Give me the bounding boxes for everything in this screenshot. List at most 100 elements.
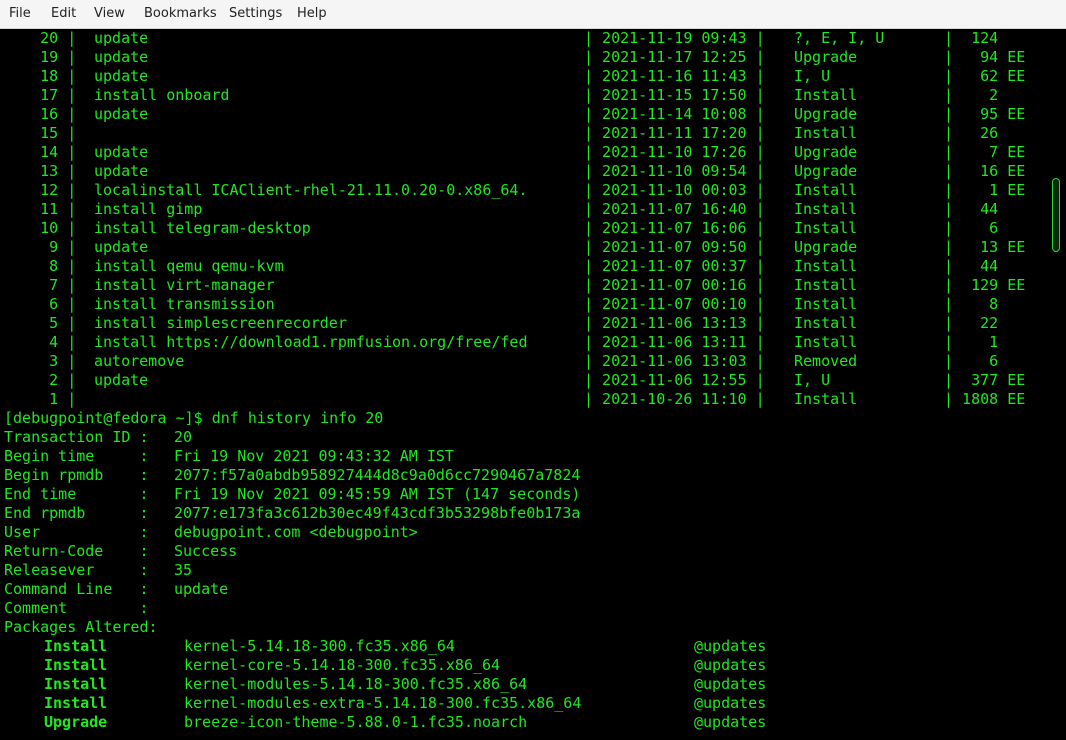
history-action: Install bbox=[794, 219, 858, 237]
history-command: install transmission bbox=[94, 295, 275, 313]
history-action: Install bbox=[794, 390, 858, 408]
info-key: Return-Code : bbox=[4, 542, 149, 560]
package-action: Upgrade bbox=[44, 713, 108, 731]
history-date: | 2021-11-06 13:13 | bbox=[584, 314, 774, 332]
info-value: Fri 19 Nov 2021 09:45:59 AM IST (147 sec… bbox=[174, 485, 581, 503]
prompt-line: [debugpoint@fedora ~]$ dnf history info … bbox=[4, 409, 1048, 428]
history-altered: | 95 EE bbox=[944, 105, 1026, 123]
history-date: | 2021-11-10 17:26 | bbox=[584, 143, 774, 161]
package-repo: @updates bbox=[694, 675, 767, 693]
history-action: Upgrade bbox=[794, 105, 858, 123]
menu-bookmarks[interactable]: Bookmarks bbox=[144, 6, 217, 21]
history-action: I, U bbox=[794, 371, 831, 389]
history-date: | 2021-11-07 00:37 | bbox=[584, 257, 774, 275]
history-command: install virt-manager bbox=[94, 276, 275, 294]
history-date: | 2021-10-26 11:10 | bbox=[584, 390, 774, 408]
history-date: | 2021-11-07 16:06 | bbox=[584, 219, 774, 237]
package-name: kernel-5.14.18-300.fc35.x86_64 bbox=[184, 637, 455, 655]
history-date: | 2021-11-17 12:25 | bbox=[584, 48, 774, 66]
history-command: update bbox=[94, 238, 149, 256]
history-altered: | 1 bbox=[944, 333, 1008, 351]
history-id: 4 | bbox=[4, 333, 77, 351]
history-id: 17 | bbox=[4, 86, 77, 104]
history-row: 11 | install gimp | 2021-11-07 16:40 | Ins… bbox=[4, 200, 1048, 219]
info-key: Releasever : bbox=[4, 561, 149, 579]
package-repo: @updates bbox=[694, 656, 767, 674]
history-command: install simplescreenrecorder bbox=[94, 314, 347, 332]
info-row: Transaction ID : 20 bbox=[4, 428, 1048, 447]
history-row: 12 | localinstall ICAClient-rhel-21.11.0.… bbox=[4, 181, 1048, 200]
history-id: 3 | bbox=[4, 352, 77, 370]
history-id: 2 | bbox=[4, 371, 77, 389]
history-command: update bbox=[94, 48, 149, 66]
package-name: kernel-modules-extra-5.14.18-300.fc35.x8… bbox=[184, 694, 582, 712]
package-row: Upgrade breeze-icon-theme-5.88.0-1.fc35.n… bbox=[4, 713, 1048, 732]
history-command: update bbox=[94, 67, 149, 85]
package-action: Install bbox=[44, 694, 108, 712]
info-row: Comment : bbox=[4, 599, 1048, 618]
history-action: Install bbox=[794, 295, 858, 313]
history-row: 6 | install transmission | 2021-11-07 00:1… bbox=[4, 295, 1048, 314]
menu-edit[interactable]: Edit bbox=[51, 6, 76, 21]
history-altered: | 94 EE bbox=[944, 48, 1026, 66]
info-row: End time : Fri 19 Nov 2021 09:45:59 AM IS… bbox=[4, 485, 1048, 504]
history-action: Removed bbox=[794, 352, 858, 370]
history-date: | 2021-11-19 09:43 | bbox=[584, 29, 774, 47]
info-value: debugpoint.com <debugpoint> bbox=[174, 523, 418, 541]
history-action: I, U bbox=[794, 67, 831, 85]
history-altered: | 124 bbox=[944, 29, 1008, 47]
history-id: 9 | bbox=[4, 238, 77, 256]
info-key: Begin rpmdb : bbox=[4, 466, 149, 484]
history-row: 15 | | 2021-11-11 17:20 | Install | 26 bbox=[4, 124, 1048, 143]
history-id: 19 | bbox=[4, 48, 77, 66]
menu-settings[interactable]: Settings bbox=[229, 6, 282, 21]
history-action: Install bbox=[794, 124, 858, 142]
history-altered: | 62 EE bbox=[944, 67, 1026, 85]
history-id: 12 | bbox=[4, 181, 77, 199]
terminal-scrollbar[interactable] bbox=[1048, 29, 1066, 740]
history-date: | 2021-11-14 10:08 | bbox=[584, 105, 774, 123]
history-altered: | 26 bbox=[944, 124, 1008, 142]
package-row: Install kernel-core-5.14.18-300.fc35.x86_… bbox=[4, 656, 1048, 675]
history-action: ?, E, I, U bbox=[794, 29, 885, 47]
history-altered: | 16 EE bbox=[944, 162, 1026, 180]
info-key: End rpmdb : bbox=[4, 504, 149, 522]
history-date: | 2021-11-16 11:43 | bbox=[584, 67, 774, 85]
history-action: Upgrade bbox=[794, 143, 858, 161]
history-date: | 2021-11-06 13:03 | bbox=[584, 352, 774, 370]
info-key: User : bbox=[4, 523, 149, 541]
history-command: update bbox=[94, 371, 149, 389]
package-name: kernel-modules-5.14.18-300.fc35.x86_64 bbox=[184, 675, 528, 693]
history-altered: | 129 EE bbox=[944, 276, 1026, 294]
history-altered: | 22 bbox=[944, 314, 1008, 332]
history-command: update bbox=[94, 143, 149, 161]
history-action: Install bbox=[794, 86, 858, 104]
info-value: 20 bbox=[174, 428, 193, 446]
history-id: 5 | bbox=[4, 314, 77, 332]
history-command: install https://download1.rpmfusion.org/… bbox=[94, 333, 528, 351]
history-date: | 2021-11-10 00:03 | bbox=[584, 181, 774, 199]
history-date: | 2021-11-06 13:11 | bbox=[584, 333, 774, 351]
menu-help[interactable]: Help bbox=[297, 6, 327, 21]
package-action: Install bbox=[44, 656, 108, 674]
menu-view[interactable]: View bbox=[94, 6, 125, 21]
packages-header: Packages Altered: bbox=[4, 618, 1048, 637]
scrollbar-thumb[interactable] bbox=[1052, 178, 1060, 252]
history-action: Install bbox=[794, 257, 858, 275]
info-row: Return-Code : Success bbox=[4, 542, 1048, 561]
history-command: update bbox=[94, 29, 149, 47]
history-row: 10 | install telegram-desktop | 2021-11-07… bbox=[4, 219, 1048, 238]
terminal-output[interactable]: 20 | update | 2021-11-19 09:43 | ?, E, I, … bbox=[0, 29, 1048, 740]
history-date: | 2021-11-07 16:40 | bbox=[584, 200, 774, 218]
info-key: Begin time : bbox=[4, 447, 149, 465]
info-value: 2077:f57a0abdb958927444d8c9a0d6cc7290467… bbox=[174, 466, 581, 484]
history-altered: | 13 EE bbox=[944, 238, 1026, 256]
package-action: Install bbox=[44, 637, 108, 655]
history-command: install qemu qemu-kvm bbox=[94, 257, 284, 275]
info-key: Transaction ID : bbox=[4, 428, 149, 446]
history-altered: | 2 bbox=[944, 86, 1008, 104]
menu-file[interactable]: File bbox=[9, 6, 31, 21]
info-row: Command Line : update bbox=[4, 580, 1048, 599]
history-row: 17 | install onboard | 2021-11-15 17:50 | … bbox=[4, 86, 1048, 105]
command-prompt: [debugpoint@fedora ~]$ dnf history info … bbox=[4, 409, 384, 427]
